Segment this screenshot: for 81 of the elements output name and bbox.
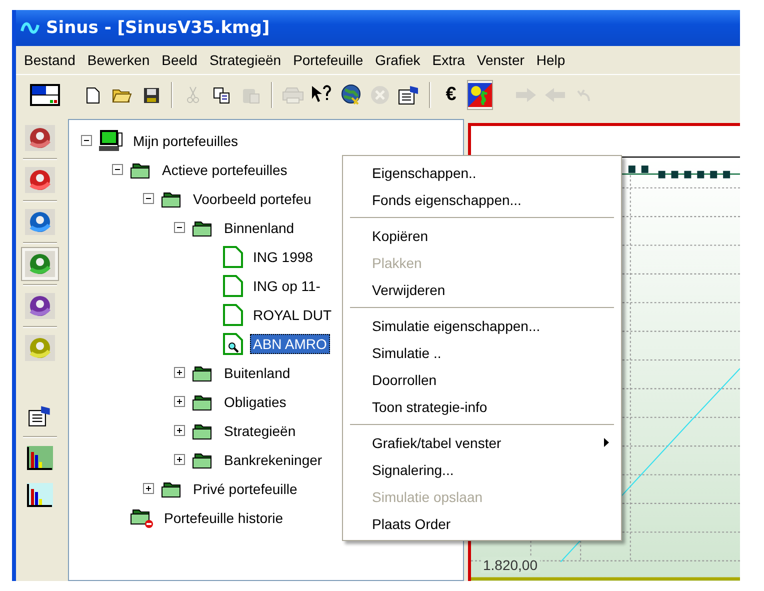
help-pointer-icon	[311, 85, 333, 105]
menu-item[interactable]: Beeld	[156, 49, 204, 71]
document-icon	[223, 304, 243, 326]
tree-item[interactable]: ROYAL DUT	[250, 304, 335, 324]
menu-item[interactable]: Bewerken	[81, 49, 156, 71]
axis-label: 1.820,00	[481, 557, 540, 573]
arrow-left-icon	[544, 87, 566, 103]
properties-icon	[28, 405, 52, 427]
menu-item[interactable]: Bestand	[18, 49, 82, 71]
collapse-toggle[interactable]	[81, 135, 92, 146]
computer-icon	[99, 130, 123, 152]
bar-chart-icon	[27, 446, 53, 470]
menu-item[interactable]: Help	[530, 49, 572, 71]
expand-toggle[interactable]	[143, 483, 154, 494]
copy-icon	[213, 86, 231, 104]
document-search-icon	[223, 332, 243, 354]
bar-chart-icon	[27, 483, 53, 507]
tree-item[interactable]: Strategieën	[221, 420, 299, 440]
menu-item[interactable]: Simulatie eigenschappen...	[343, 312, 621, 339]
tree-item[interactable]: Bankrekeninger	[221, 450, 326, 470]
arrow-right-icon	[515, 87, 537, 103]
menu-item[interactable]: Doorrollen	[343, 366, 621, 393]
tree-item[interactable]: Binnenland	[221, 218, 298, 238]
sine-wave-icon	[20, 22, 40, 34]
currency-exchange-icon	[468, 83, 492, 107]
folder-icon	[161, 480, 183, 498]
save-icon	[142, 86, 160, 104]
menu-item[interactable]: Grafiek/tabel venster	[343, 429, 621, 456]
menu-item[interactable]: Extra	[426, 49, 471, 71]
menu-item[interactable]: Plaats Order	[343, 510, 621, 537]
tree-item[interactable]: Actieve portefeuilles	[159, 160, 290, 180]
clipboard-icon	[242, 86, 260, 104]
menu-item[interactable]: Eigenschappen..	[343, 159, 621, 186]
tree-item[interactable]: ING 1998	[250, 246, 316, 266]
tree-item[interactable]: Portefeuille historie	[161, 508, 286, 528]
menu-item[interactable]: Portefeuille	[287, 49, 370, 71]
menu-item[interactable]: Grafiek	[369, 49, 426, 71]
euro-button[interactable]: €	[438, 80, 464, 110]
document-icon	[223, 274, 243, 296]
menu-item[interactable]: Strategieën	[203, 49, 288, 71]
folder-icon	[192, 218, 214, 236]
collapse-toggle[interactable]	[174, 222, 185, 233]
expand-toggle[interactable]	[174, 425, 185, 436]
menu-item[interactable]: Toon strategie-info	[343, 393, 621, 420]
expand-toggle[interactable]	[174, 367, 185, 378]
tree-item[interactable]: ABN AMRO	[250, 334, 330, 354]
tree-item[interactable]: Mijn portefeuilles	[130, 130, 242, 150]
menu-item[interactable]: Verwijderen	[343, 276, 621, 303]
expand-toggle[interactable]	[174, 454, 185, 465]
globe-icon	[340, 84, 362, 106]
menu-item[interactable]: Fonds eigenschappen...	[343, 186, 621, 213]
tree-item[interactable]: Buitenland	[221, 362, 294, 382]
folder-icon	[112, 87, 132, 103]
folder-icon	[161, 190, 183, 208]
menu-item[interactable]: Simulatie ..	[343, 339, 621, 366]
folder-icon	[192, 364, 214, 382]
window-layout-icon	[30, 84, 60, 106]
folder-icon	[130, 506, 154, 528]
folder-icon	[192, 392, 214, 410]
printer-icon	[282, 86, 304, 104]
new-document-icon	[86, 86, 100, 104]
scissors-icon	[187, 86, 199, 104]
tree-item[interactable]: Privé portefeuille	[190, 478, 300, 498]
toolbar-button[interactable]	[467, 80, 493, 110]
close-circle-icon	[370, 85, 390, 105]
expand-toggle[interactable]	[174, 396, 185, 407]
tree-item[interactable]: ING op 11-	[250, 276, 324, 296]
menu-item[interactable]: Signalering...	[343, 456, 621, 483]
folder-icon	[130, 160, 152, 178]
properties-icon	[398, 85, 420, 105]
document-icon	[223, 246, 243, 268]
folder-icon	[192, 422, 214, 440]
tree-item[interactable]: Obligaties	[221, 392, 290, 412]
menu-item[interactable]: Venster	[470, 49, 530, 71]
undo-icon	[577, 87, 591, 103]
window-title: Sinus - [SinusV35.kmg]	[46, 18, 270, 38]
collapse-toggle[interactable]	[112, 164, 123, 175]
menu-item[interactable]: Kopiëren	[343, 222, 621, 249]
folder-icon	[192, 450, 214, 468]
tree-item[interactable]: Voorbeeld portefeu	[190, 188, 314, 208]
collapse-toggle[interactable]	[143, 193, 154, 204]
